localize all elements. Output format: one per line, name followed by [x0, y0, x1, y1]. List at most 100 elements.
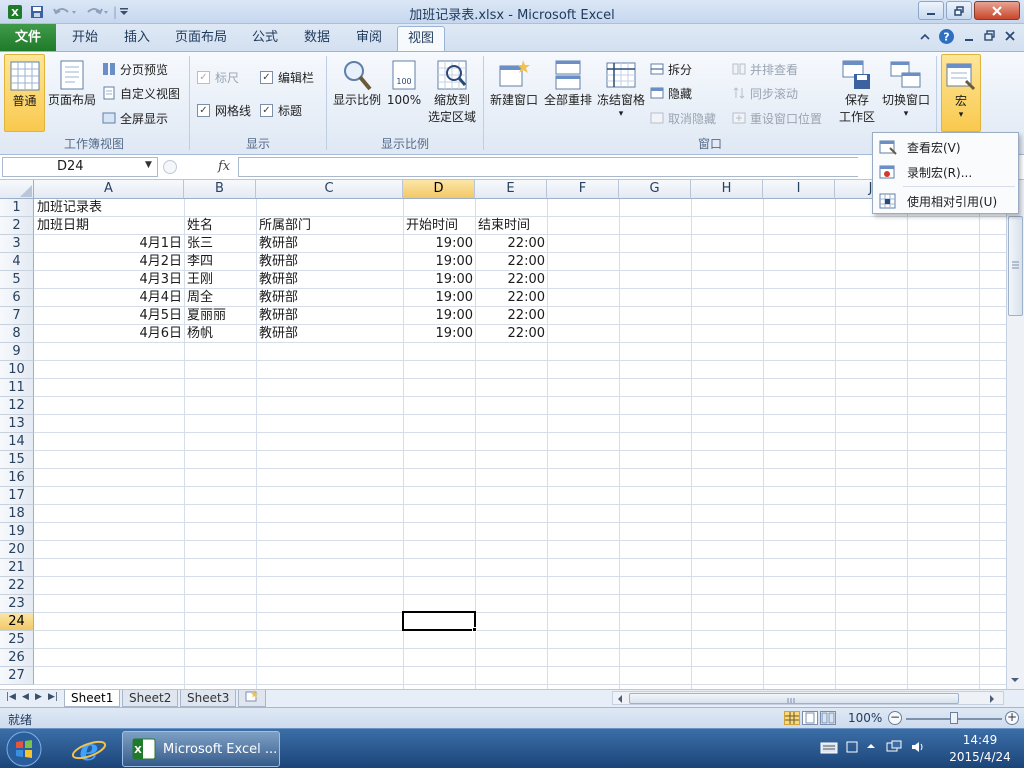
reset-window-position-button[interactable]: 重设窗口位置: [732, 108, 822, 128]
cell-header-start[interactable]: 开始时间: [404, 217, 460, 235]
row-header[interactable]: 23: [0, 595, 34, 613]
row-header[interactable]: 22: [0, 577, 34, 595]
column-header-D[interactable]: D: [403, 180, 475, 199]
name-box-dropdown-icon[interactable]: ▼: [145, 160, 152, 170]
help-icon[interactable]: ?: [938, 28, 955, 48]
hide-button[interactable]: 隐藏: [650, 83, 692, 103]
sheet-tab-sheet3[interactable]: Sheet3: [180, 690, 237, 707]
split-button[interactable]: 拆分: [650, 59, 692, 79]
clock-time[interactable]: 14:49: [950, 733, 1010, 747]
cell-end[interactable]: 22:00: [475, 235, 547, 253]
vertical-scroll-thumb[interactable]: [1008, 216, 1023, 316]
row-header-selected[interactable]: 24: [0, 613, 34, 631]
sheet-tab-sheet2[interactable]: Sheet2: [122, 690, 179, 707]
row-header[interactable]: 12: [0, 397, 34, 415]
row-header[interactable]: 2: [0, 217, 34, 235]
ruler-checkbox[interactable]: ✓ 标尺: [197, 67, 239, 87]
select-all-corner[interactable]: [0, 180, 34, 199]
row-header[interactable]: 27: [0, 667, 34, 685]
cell-name[interactable]: 李四: [185, 253, 215, 271]
row-header[interactable]: 6: [0, 289, 34, 307]
scroll-down-icon[interactable]: [1009, 674, 1021, 688]
scroll-left-icon[interactable]: [615, 693, 625, 708]
workbook-close-icon[interactable]: [1005, 30, 1015, 44]
row-header[interactable]: 10: [0, 361, 34, 379]
taskbar-excel-window[interactable]: X Microsoft Excel ...: [122, 731, 280, 767]
cell-date[interactable]: 4月3日: [34, 271, 184, 289]
row-header[interactable]: 19: [0, 523, 34, 541]
row-header[interactable]: 16: [0, 469, 34, 487]
cell-name[interactable]: 杨帆: [185, 325, 215, 343]
normal-view-status-icon[interactable]: [784, 711, 800, 725]
show-hidden-icons[interactable]: [866, 740, 876, 754]
keyboard-icon[interactable]: [820, 740, 838, 757]
cell-end[interactable]: 22:00: [475, 307, 547, 325]
cell-date[interactable]: 4月2日: [34, 253, 184, 271]
cell-end[interactable]: 22:00: [475, 271, 547, 289]
synchronous-scrolling-button[interactable]: 同步滚动: [732, 83, 798, 103]
start-button[interactable]: [4, 730, 44, 768]
horizontal-scrollbar[interactable]: [612, 691, 1004, 705]
row-header[interactable]: 18: [0, 505, 34, 523]
column-header-A[interactable]: A: [34, 180, 184, 199]
freeze-panes-button[interactable]: 冻结窗格 ▾: [596, 54, 646, 132]
cell-date[interactable]: 4月5日: [34, 307, 184, 325]
internet-explorer-pin[interactable]: e: [64, 732, 114, 768]
clock-date[interactable]: 2015/4/24: [940, 750, 1020, 764]
ribbon-minimize-icon[interactable]: [920, 30, 930, 44]
row-header[interactable]: 4: [0, 253, 34, 271]
menu-record-macro[interactable]: 录制宏(R)...: [874, 160, 1017, 184]
cell-start[interactable]: 19:00: [403, 307, 475, 325]
cell-end[interactable]: 22:00: [475, 325, 547, 343]
cell-header-name[interactable]: 姓名: [185, 217, 215, 235]
zoom-in-button[interactable]: +: [1005, 711, 1019, 725]
switch-windows-button[interactable]: 切换窗口 ▾: [880, 54, 932, 132]
sheet-tab-sheet1[interactable]: Sheet1: [64, 690, 121, 707]
menu-use-relative-references[interactable]: 使用相对引用(U): [874, 189, 1017, 213]
insert-function-icon[interactable]: fx: [218, 159, 230, 174]
row-header[interactable]: 15: [0, 451, 34, 469]
column-header-H[interactable]: H: [691, 180, 763, 199]
tab-data[interactable]: 数据: [294, 26, 340, 51]
zoom-button[interactable]: 显示比例: [331, 54, 383, 132]
network-icon[interactable]: [886, 740, 902, 757]
cell-dept[interactable]: 教研部: [257, 325, 300, 343]
headings-checkbox[interactable]: ✓ 标题: [260, 100, 302, 120]
worksheet-grid[interactable]: A B C D E F G H I J 1 2 3 4 5 6 7 8 9 10…: [0, 180, 1006, 689]
column-header-I[interactable]: I: [763, 180, 835, 199]
new-window-button[interactable]: 新建窗口: [488, 54, 540, 132]
macros-button[interactable]: 宏 ▾: [941, 54, 981, 132]
zoom-slider-thumb[interactable]: [950, 712, 958, 724]
save-workspace-button[interactable]: 保存 工作区: [836, 54, 878, 132]
cell-name[interactable]: 夏丽丽: [185, 307, 228, 325]
row-header[interactable]: 26: [0, 649, 34, 667]
row-header[interactable]: 17: [0, 487, 34, 505]
cell-A1-sheet-title[interactable]: 加班记录表: [35, 199, 104, 217]
gridlines-checkbox[interactable]: ✓ 网格线: [197, 100, 251, 120]
cell-name[interactable]: 周全: [185, 289, 215, 307]
cell-dept[interactable]: 教研部: [257, 271, 300, 289]
cell-dept[interactable]: 教研部: [257, 307, 300, 325]
row-header[interactable]: 14: [0, 433, 34, 451]
tab-review[interactable]: 审阅: [346, 26, 392, 51]
unhide-button[interactable]: 取消隐藏: [650, 108, 716, 128]
column-header-G[interactable]: G: [619, 180, 691, 199]
cell-start[interactable]: 19:00: [403, 271, 475, 289]
view-side-by-side-button[interactable]: 并排查看: [732, 59, 798, 79]
tab-page-layout[interactable]: 页面布局: [166, 26, 236, 51]
cell-date[interactable]: 4月1日: [34, 235, 184, 253]
cell-dept[interactable]: 教研部: [257, 235, 300, 253]
tab-home[interactable]: 开始: [62, 26, 108, 51]
custom-views-button[interactable]: 自定义视图: [102, 83, 180, 103]
zoom-to-selection-button[interactable]: 缩放到 选定区域: [426, 54, 478, 132]
cell-date[interactable]: 4月4日: [34, 289, 184, 307]
row-header[interactable]: 9: [0, 343, 34, 361]
row-header[interactable]: 21: [0, 559, 34, 577]
row-header[interactable]: 5: [0, 271, 34, 289]
cell-header-dept[interactable]: 所属部门: [257, 217, 313, 235]
row-header[interactable]: 11: [0, 379, 34, 397]
next-sheet-icon[interactable]: ▶: [35, 692, 42, 702]
tab-formulas[interactable]: 公式: [242, 26, 288, 51]
active-cell-D24[interactable]: [402, 611, 476, 631]
last-sheet-icon[interactable]: ▶|: [48, 692, 58, 702]
